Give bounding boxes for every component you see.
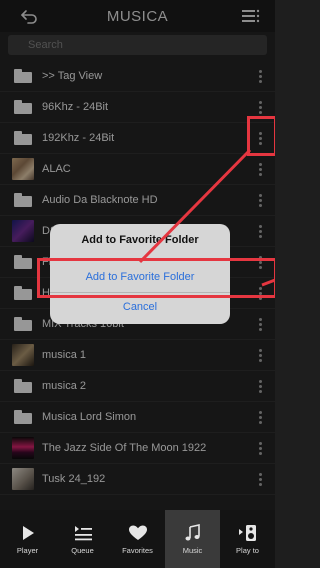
folder-icon xyxy=(12,251,34,273)
list-item-label: >> Tag View xyxy=(42,70,103,82)
list-item-label: Audio Da Blacknote HD xyxy=(42,194,158,206)
tab-label: Player xyxy=(16,545,39,555)
folder-icon xyxy=(12,189,34,211)
list-item-label: Musica Lord Simon xyxy=(42,411,137,423)
more-options-icon[interactable] xyxy=(255,162,265,176)
album-art xyxy=(12,220,34,242)
more-options-icon[interactable] xyxy=(255,286,265,300)
list-item-label: 96Khz - 24Bit xyxy=(42,101,109,113)
list-item-label: musica 2 xyxy=(42,380,87,392)
queue-icon xyxy=(74,525,92,540)
bottom-tab-bar: Player Queue Favorites Music Play to xyxy=(0,510,275,568)
music-note-icon xyxy=(185,523,200,540)
list-item[interactable]: Musica Lord Simon xyxy=(0,402,275,433)
tab-label: Music xyxy=(182,545,203,555)
list-item[interactable]: musica 1 xyxy=(0,340,275,371)
more-options-icon[interactable] xyxy=(255,100,265,114)
folder-icon xyxy=(12,282,34,304)
tab-queue[interactable]: Queue xyxy=(55,510,110,568)
folder-icon xyxy=(12,127,34,149)
list-item[interactable]: ALAC xyxy=(0,154,275,185)
album-art xyxy=(12,158,34,180)
heart-icon xyxy=(128,525,147,540)
list-item[interactable]: >> Tag View xyxy=(0,61,275,92)
more-options-icon[interactable] xyxy=(255,317,265,331)
list-item-label: The Jazz Side Of The Moon 1922 xyxy=(42,442,207,454)
album-art xyxy=(12,437,34,459)
list-item[interactable]: 96Khz - 24Bit xyxy=(0,92,275,123)
dialog-divider xyxy=(50,292,230,293)
header-bar: MUSICA xyxy=(0,0,275,32)
list-item-label: 192Khz - 24Bit xyxy=(42,132,115,144)
back-arrow-icon[interactable] xyxy=(20,7,38,25)
more-options-icon[interactable] xyxy=(255,348,265,362)
dialog-divider xyxy=(50,260,230,261)
list-menu-icon[interactable] xyxy=(241,7,261,25)
more-options-icon[interactable] xyxy=(255,410,265,424)
list-item-label: ALAC xyxy=(42,163,71,175)
more-options-icon[interactable] xyxy=(255,472,265,486)
add-to-favorite-button[interactable]: Add to Favorite Folder xyxy=(50,262,230,292)
tab-label: Favorites xyxy=(122,545,153,555)
more-options-icon[interactable] xyxy=(255,131,265,145)
folder-icon xyxy=(12,406,34,428)
folder-icon xyxy=(12,96,34,118)
list-item[interactable]: musica 2 xyxy=(0,371,275,402)
tab-label: Play to xyxy=(236,545,259,555)
list-item-label: Tusk 24_192 xyxy=(42,473,106,485)
speaker-icon xyxy=(238,524,256,541)
tab-label: Queue xyxy=(71,545,94,555)
tab-favorites[interactable]: Favorites xyxy=(110,510,165,568)
tab-music[interactable]: Music xyxy=(165,510,220,568)
more-options-icon[interactable] xyxy=(255,255,265,269)
play-icon xyxy=(22,525,34,540)
app-screen: MUSICA Search >> Tag View 96Khz - 24Bit … xyxy=(0,0,275,568)
page-title: MUSICA xyxy=(106,7,169,25)
tab-player[interactable]: Player xyxy=(0,510,55,568)
more-options-icon[interactable] xyxy=(255,69,265,83)
search-placeholder: Search xyxy=(28,39,63,51)
album-art xyxy=(12,344,34,366)
album-art xyxy=(12,468,34,490)
folder-icon xyxy=(12,375,34,397)
more-options-icon[interactable] xyxy=(255,441,265,455)
more-options-icon[interactable] xyxy=(255,224,265,238)
cancel-button[interactable]: Cancel xyxy=(50,294,230,320)
tab-play-to[interactable]: Play to xyxy=(220,510,275,568)
folder-icon xyxy=(12,313,34,335)
list-item[interactable]: The Jazz Side Of The Moon 1922 xyxy=(0,433,275,464)
list-item[interactable]: Audio Da Blacknote HD xyxy=(0,185,275,216)
more-options-icon[interactable] xyxy=(255,379,265,393)
list-item-label: musica 1 xyxy=(42,349,87,361)
more-options-icon[interactable] xyxy=(255,193,265,207)
list-item[interactable]: Tusk 24_192 xyxy=(0,464,275,495)
folder-icon xyxy=(12,65,34,87)
dialog-title: Add to Favorite Folder xyxy=(81,234,199,246)
favorite-dialog: Add to Favorite Folder Add to Favorite F… xyxy=(50,224,230,324)
search-input[interactable]: Search xyxy=(8,35,267,55)
list-item[interactable]: 192Khz - 24Bit xyxy=(0,123,275,154)
